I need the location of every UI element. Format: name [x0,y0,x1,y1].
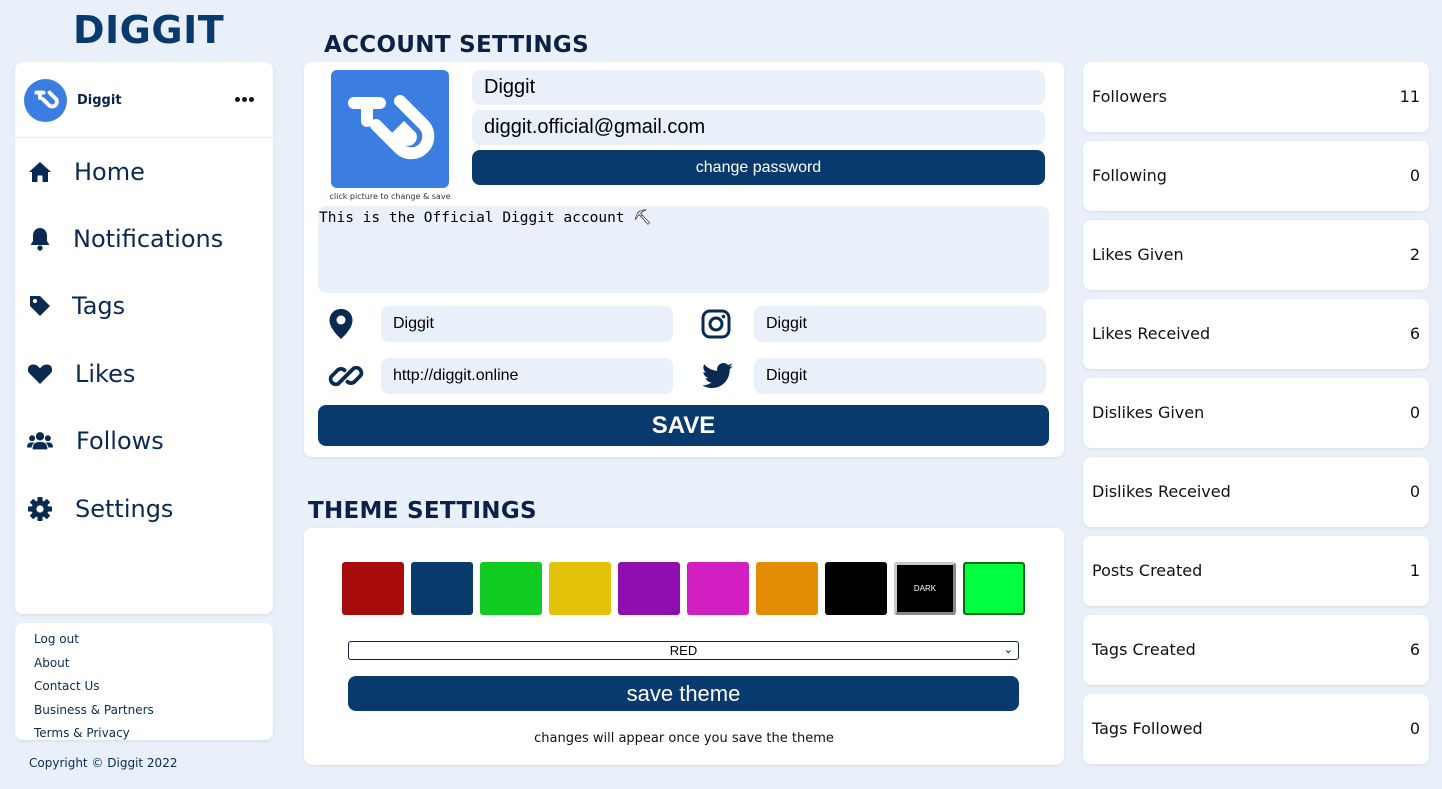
swatch-magenta[interactable] [687,562,749,615]
nav-notifications-label: Notifications [73,225,224,253]
stat-label: Tags Created [1092,640,1196,659]
nav-follows[interactable]: Follows [15,419,273,463]
location-field[interactable]: Diggit [381,306,673,342]
stat-followers[interactable]: Followers 11 [1083,62,1429,132]
tag-icon [27,293,53,319]
stat-value: 0 [1409,482,1420,501]
chevron-down-icon: ⌄ [1003,644,1013,656]
contact-link[interactable]: Contact Us [34,675,273,699]
diggit-logo-icon [348,95,435,160]
stat-value: 2 [1409,245,1420,264]
save-button[interactable]: SAVE [318,405,1049,446]
stat-likes-received[interactable]: Likes Received 6 [1083,299,1429,369]
change-password-button[interactable]: change password [472,150,1045,185]
stat-tags-created[interactable]: Tags Created 6 [1083,615,1429,685]
stat-label: Likes Given [1092,245,1184,264]
nav-likes[interactable]: Likes [15,352,273,396]
twitter-field[interactable]: Diggit [754,358,1046,394]
stat-label: Dislikes Received [1092,482,1231,501]
twitter-icon [700,358,736,394]
theme-settings-title: THEME SETTINGS [308,498,537,524]
theme-settings-card: DARK RED ⌄ save theme changes will appea… [304,528,1064,765]
nav-tags-label: Tags [72,292,126,320]
avatar[interactable] [24,79,67,122]
stat-following[interactable]: Following 0 [1083,141,1429,211]
brand-logo-text[interactable]: DIGGIT [73,8,224,52]
swatch-purple[interactable] [618,562,680,615]
website-field[interactable]: http://diggit.online [381,358,673,394]
username-field[interactable]: Diggit [472,70,1045,105]
stat-dislikes-given[interactable]: Dislikes Given 0 [1083,378,1429,448]
terms-link[interactable]: Terms & Privacy [34,722,273,746]
footer-links: Log out About Contact Us Business & Part… [15,623,273,740]
swatch-red[interactable] [342,562,404,615]
save-theme-button[interactable]: save theme [348,676,1019,711]
swatch-black[interactable] [825,562,887,615]
theme-select-value: RED [669,643,698,658]
theme-note: changes will appear once you save the th… [534,731,834,746]
copyright-text: Copyright © Diggit 2022 [29,756,178,770]
stat-label: Posts Created [1092,561,1203,580]
users-icon [27,428,53,454]
swatch-neon-green[interactable] [963,562,1025,615]
logout-link[interactable]: Log out [34,628,273,652]
nav-notifications[interactable]: Notifications [15,217,273,261]
swatch-dark[interactable]: DARK [894,562,956,615]
nav-follows-label: Follows [76,427,164,455]
about-link[interactable]: About [34,652,273,676]
profile-row[interactable]: Diggit [15,62,273,138]
stat-dislikes-received[interactable]: Dislikes Received 0 [1083,457,1429,527]
sidebar: Diggit Home Notifications Tags Likes Fol… [15,62,273,614]
stat-likes-given[interactable]: Likes Given 2 [1083,220,1429,290]
instagram-field[interactable]: Diggit [754,306,1046,342]
stat-value: 11 [1399,87,1420,106]
bell-icon [27,226,53,252]
more-options-icon[interactable] [233,88,255,110]
profile-name: Diggit [77,93,122,108]
stat-value: 6 [1409,640,1420,659]
theme-select[interactable]: RED ⌄ [348,641,1019,660]
stat-value: 0 [1409,719,1420,738]
bio-textarea[interactable]: This is the Official Diggit account ⛏ [318,206,1049,293]
email-field[interactable]: diggit.official@gmail.com [472,110,1045,145]
business-link[interactable]: Business & Partners [34,699,273,723]
instagram-icon [698,306,734,342]
swatch-green[interactable] [480,562,542,615]
profile-picture[interactable] [331,70,449,188]
home-icon [27,159,53,185]
location-pin-icon [323,306,359,342]
stat-label: Followers [1092,87,1167,106]
stat-value: 0 [1409,166,1420,185]
heart-icon [27,361,53,387]
stat-value: 6 [1409,324,1420,343]
account-settings-title: ACCOUNT SETTINGS [324,32,589,58]
nav-home-label: Home [74,158,145,186]
nav-settings-label: Settings [75,495,174,523]
nav-tags[interactable]: Tags [15,284,273,328]
swatch-navy[interactable] [411,562,473,615]
diggit-logo-icon [33,90,59,108]
stat-tags-followed[interactable]: Tags Followed 0 [1083,694,1429,764]
swatch-orange[interactable] [756,562,818,615]
stat-label: Dislikes Given [1092,403,1205,422]
stat-value: 0 [1409,403,1420,422]
nav-settings[interactable]: Settings [15,487,273,531]
stat-label: Tags Followed [1092,719,1203,738]
account-settings-card: click picture to change & save Diggit di… [304,62,1064,457]
stat-posts-created[interactable]: Posts Created 1 [1083,536,1429,606]
link-icon [328,358,364,394]
gear-icon [27,496,53,522]
stat-value: 1 [1409,561,1420,580]
swatch-yellow[interactable] [549,562,611,615]
nav-likes-label: Likes [75,360,136,388]
nav-home[interactable]: Home [15,150,273,194]
picture-hint: click picture to change & save [329,192,451,201]
stat-label: Following [1092,166,1167,185]
stat-label: Likes Received [1092,324,1211,343]
